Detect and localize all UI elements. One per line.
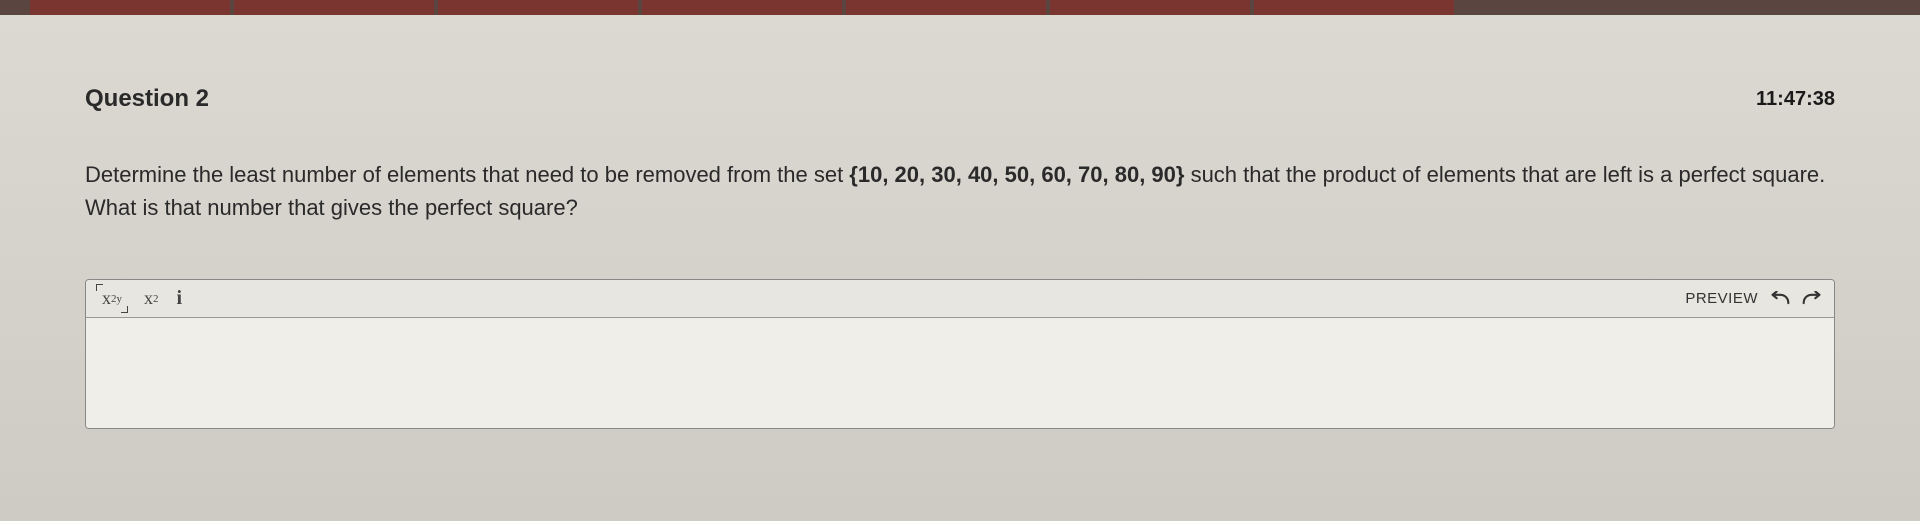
toolbar-right-group: PREVIEW [1685, 290, 1822, 307]
question-text-prefix: Determine the least number of elements t… [85, 162, 849, 187]
nav-tab[interactable] [846, 0, 1046, 15]
question-math-set: {10, 20, 30, 40, 50, 60, 70, 80, 90} [849, 162, 1184, 187]
question-text: Determine the least number of elements t… [85, 158, 1835, 224]
answer-input-area[interactable] [86, 318, 1834, 428]
nav-tab[interactable] [234, 0, 434, 15]
question-header: Question 2 11:47:38 [85, 85, 1835, 113]
subscript-superscript-icon[interactable]: x2y [98, 286, 126, 311]
nav-tab[interactable] [1254, 0, 1454, 15]
info-icon[interactable]: i [177, 287, 183, 310]
nav-tab[interactable] [642, 0, 842, 15]
question-content-area: Question 2 11:47:38 Determine the least … [0, 15, 1920, 521]
nav-tab[interactable] [30, 0, 230, 15]
question-title: Question 2 [85, 85, 209, 113]
redo-icon[interactable] [1802, 291, 1822, 307]
answer-toolbar: x2y x2 i PREVIEW [86, 280, 1834, 318]
nav-tab[interactable] [438, 0, 638, 15]
nav-tab[interactable] [1050, 0, 1250, 15]
preview-button[interactable]: PREVIEW [1685, 290, 1758, 307]
superscript-icon[interactable]: x2 [144, 288, 159, 309]
answer-box: x2y x2 i PREVIEW [85, 279, 1835, 429]
undo-icon[interactable] [1770, 291, 1790, 307]
top-nav-bar [0, 0, 1920, 15]
toolbar-left-group: x2y x2 i [98, 286, 182, 311]
timer-display: 11:47:38 [1756, 88, 1835, 111]
